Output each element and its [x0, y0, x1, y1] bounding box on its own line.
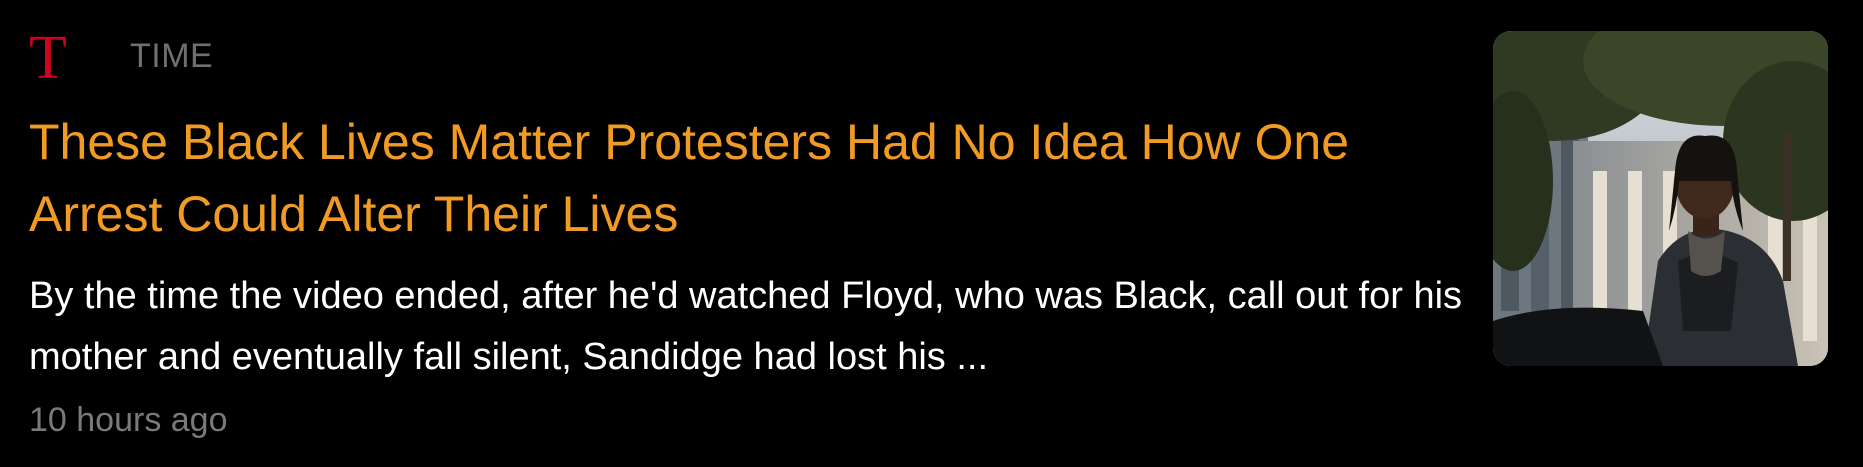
article-snippet: By the time the video ended, after he'd …	[29, 275, 1463, 378]
article-timestamp: 10 hours ago	[29, 401, 228, 439]
thumbnail-photo	[1493, 31, 1828, 366]
news-text-column: T TIME These Black Lives Matter Proteste…	[29, 26, 1469, 448]
article-thumbnail[interactable]	[1493, 31, 1828, 366]
source-row: T TIME	[29, 24, 1469, 92]
source-name: TIME	[130, 37, 214, 75]
time-logo-icon: T	[29, 24, 67, 92]
news-card[interactable]: T TIME These Black Lives Matter Proteste…	[0, 0, 1863, 467]
article-headline-link[interactable]: These Black Lives Matter Protesters Had …	[29, 106, 1469, 250]
